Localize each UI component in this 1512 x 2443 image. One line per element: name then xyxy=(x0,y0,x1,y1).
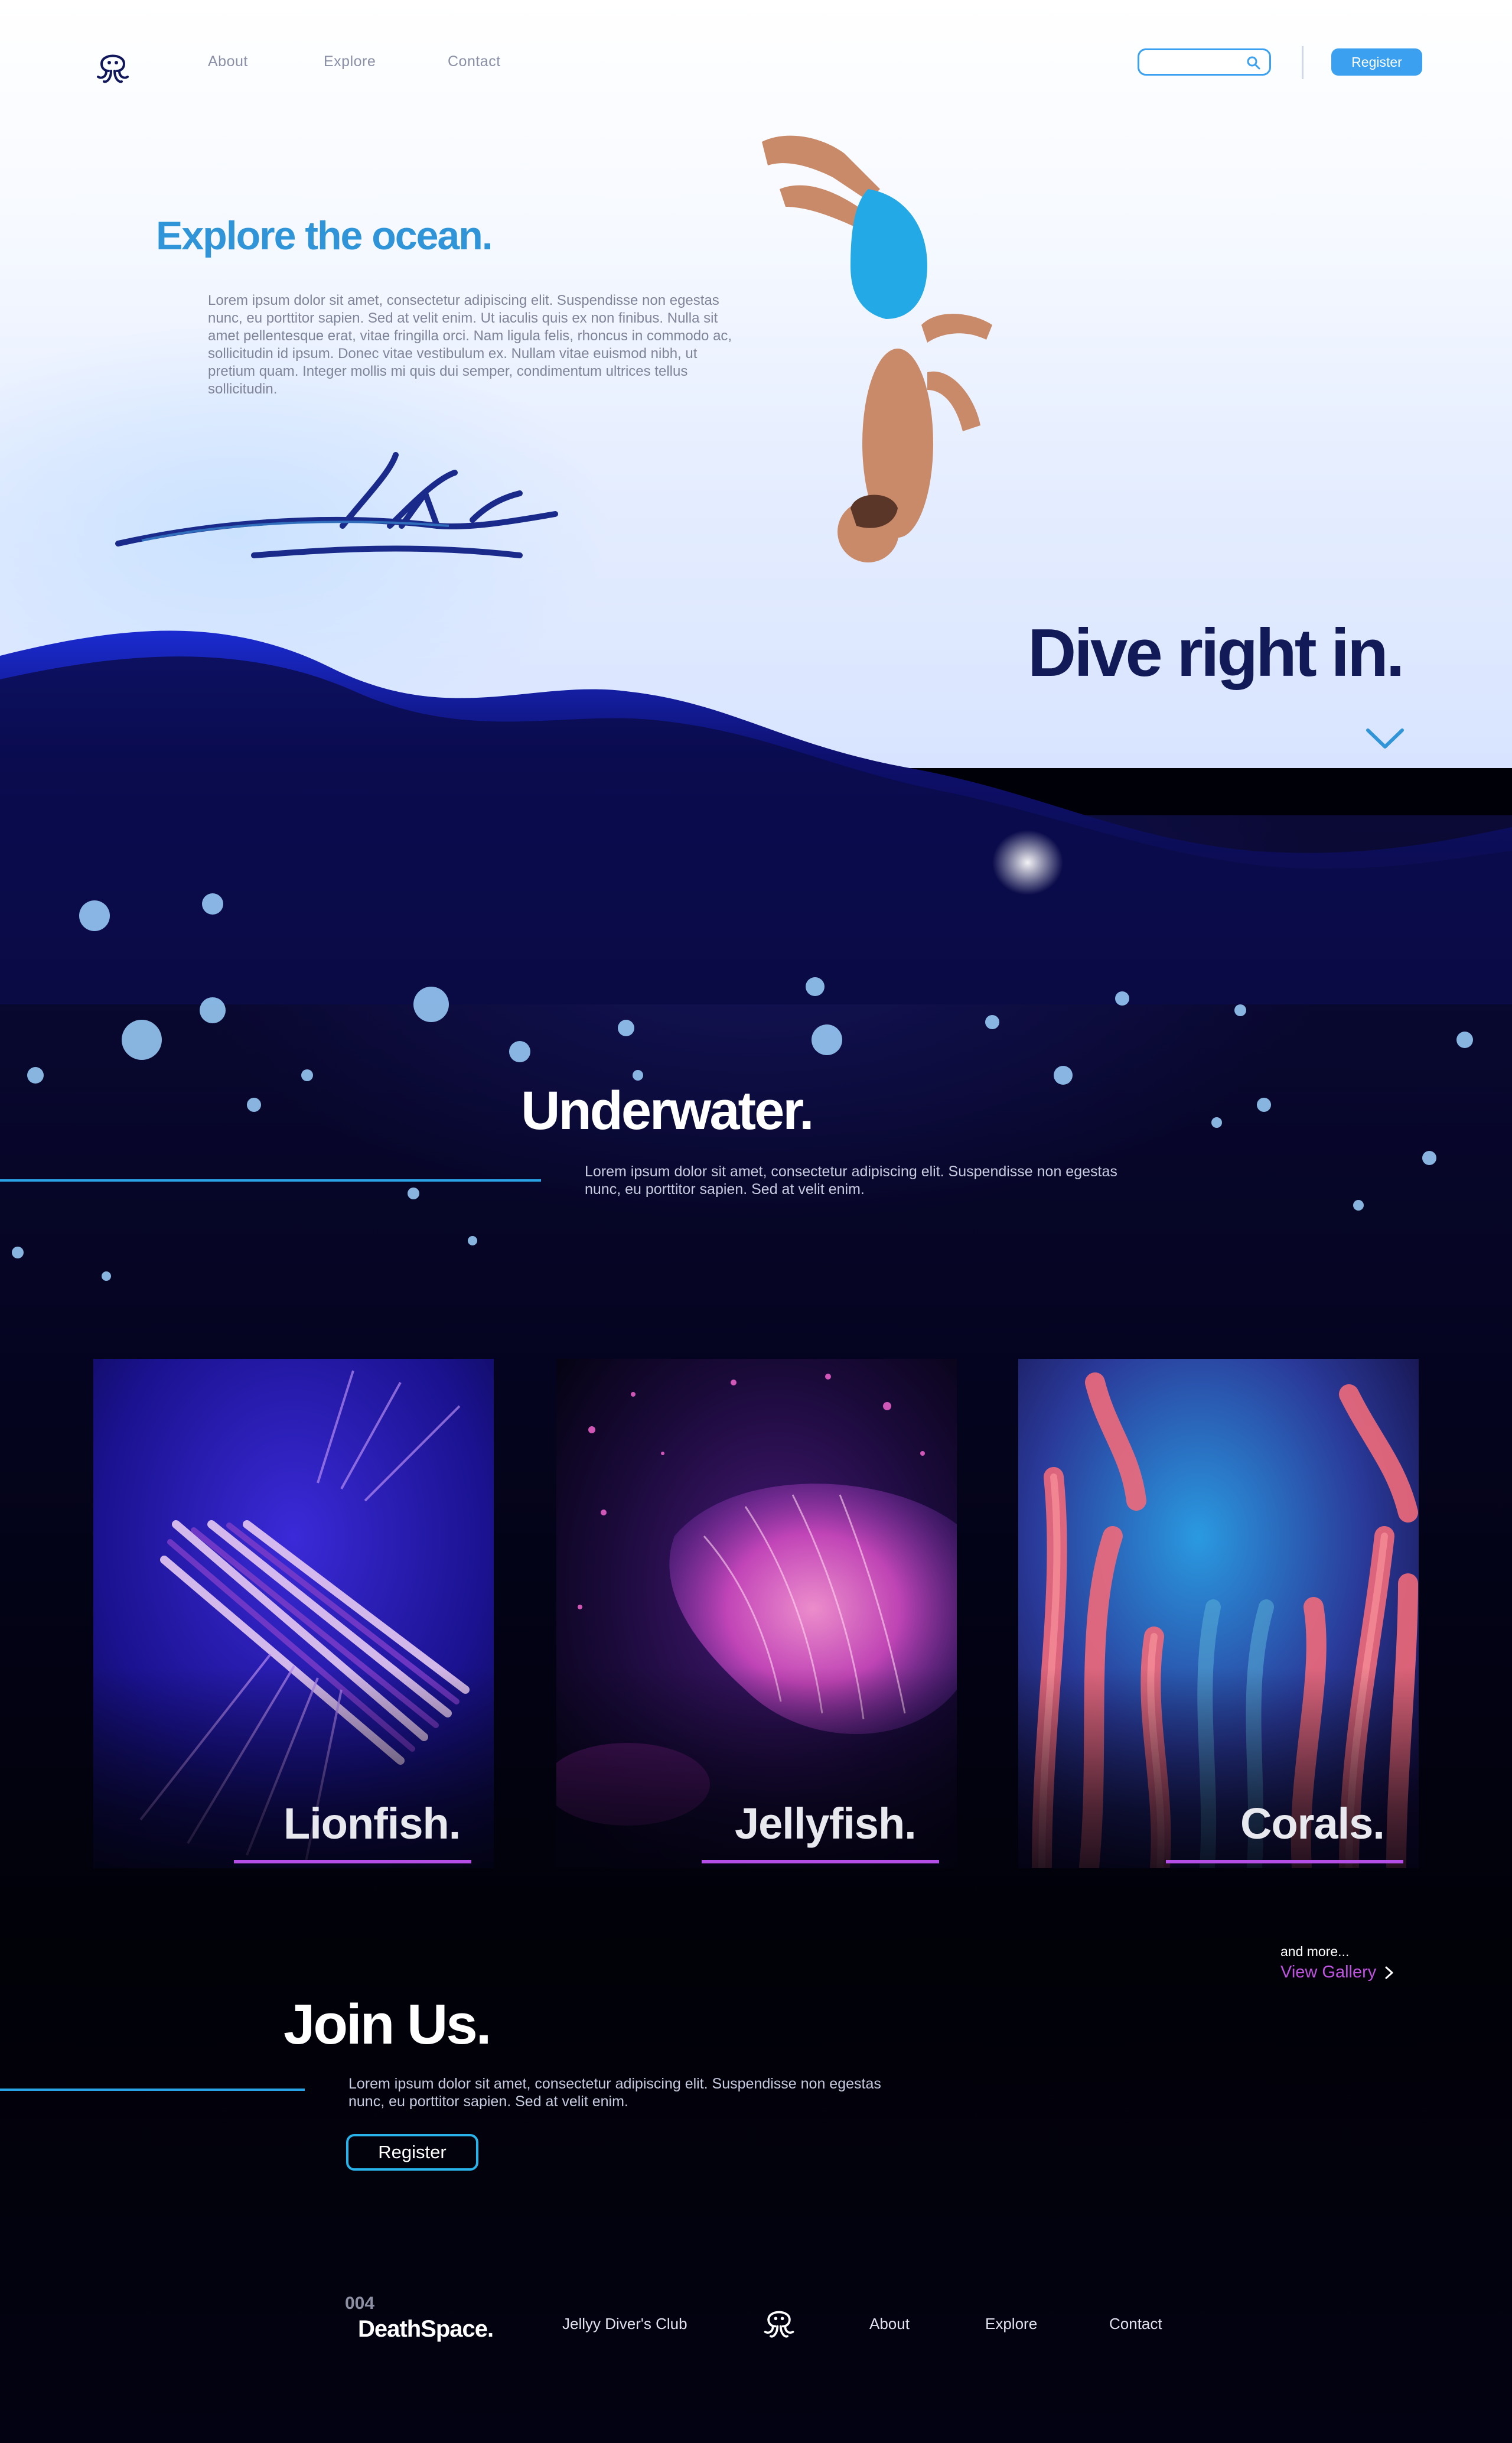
view-gallery-label[interactable]: View Gallery xyxy=(1280,1963,1376,1982)
register-button-join[interactable]: Register xyxy=(346,2134,478,2171)
underwater-paragraph: Lorem ipsum dolor sit amet, consectetur … xyxy=(585,1163,1117,1198)
lionfish-underline xyxy=(234,1860,471,1863)
lionfish-label[interactable]: Lionfish. xyxy=(284,1798,461,1849)
page: About Explore Contact Register Explore t… xyxy=(0,0,1512,2443)
bokeh-bubbles xyxy=(12,893,1473,1281)
footer-nav-about[interactable]: About xyxy=(869,2315,910,2333)
footer-club-name: Jellyy Diver's Club xyxy=(562,2315,687,2333)
search-input[interactable] xyxy=(1138,48,1271,76)
nav-about[interactable]: About xyxy=(208,53,248,70)
nav-explore[interactable]: Explore xyxy=(324,53,376,70)
dive-title: Dive right in. xyxy=(1028,616,1405,691)
footer-nav-contact[interactable]: Contact xyxy=(1109,2315,1162,2333)
corals-card[interactable] xyxy=(1018,1359,1419,1868)
jellyfish-card[interactable] xyxy=(556,1359,957,1868)
octopus-logo-icon[interactable] xyxy=(761,2303,797,2340)
register-button-header[interactable]: Register xyxy=(1331,48,1422,76)
footer-brand[interactable]: DeathSpace. xyxy=(358,2316,494,2343)
underwater-title: Underwater. xyxy=(521,1081,814,1141)
footer-number: 004 xyxy=(345,2294,375,2313)
nav-contact[interactable]: Contact xyxy=(448,53,501,70)
jellyfish-label[interactable]: Jellyfish. xyxy=(735,1798,917,1849)
corals-underline xyxy=(1166,1860,1403,1863)
and-more-text: and more... xyxy=(1280,1944,1350,1959)
chevron-down-icon[interactable] xyxy=(1364,727,1406,750)
branch-image xyxy=(115,452,558,558)
corals-label[interactable]: Corals. xyxy=(1240,1798,1385,1849)
hero-paragraph: Lorem ipsum dolor sit amet, consectetur … xyxy=(208,292,732,397)
underwater-accent-line xyxy=(0,1179,541,1182)
chevron-right-icon[interactable] xyxy=(1384,1966,1394,1980)
view-gallery-link[interactable]: View Gallery xyxy=(1280,1963,1394,1982)
join-accent-line xyxy=(0,2089,305,2091)
octopus-logo-icon[interactable] xyxy=(93,46,132,85)
hero-title: Explore the ocean. xyxy=(156,213,493,258)
footer-nav-explore[interactable]: Explore xyxy=(985,2315,1037,2333)
header-divider xyxy=(1302,46,1304,79)
diver-image xyxy=(762,135,992,562)
join-paragraph: Lorem ipsum dolor sit amet, consectetur … xyxy=(348,2076,881,2110)
jellyfish-underline xyxy=(702,1860,939,1863)
lionfish-card[interactable] xyxy=(93,1359,494,1868)
join-title: Join Us. xyxy=(284,1993,491,2056)
search-icon[interactable] xyxy=(1246,55,1261,70)
